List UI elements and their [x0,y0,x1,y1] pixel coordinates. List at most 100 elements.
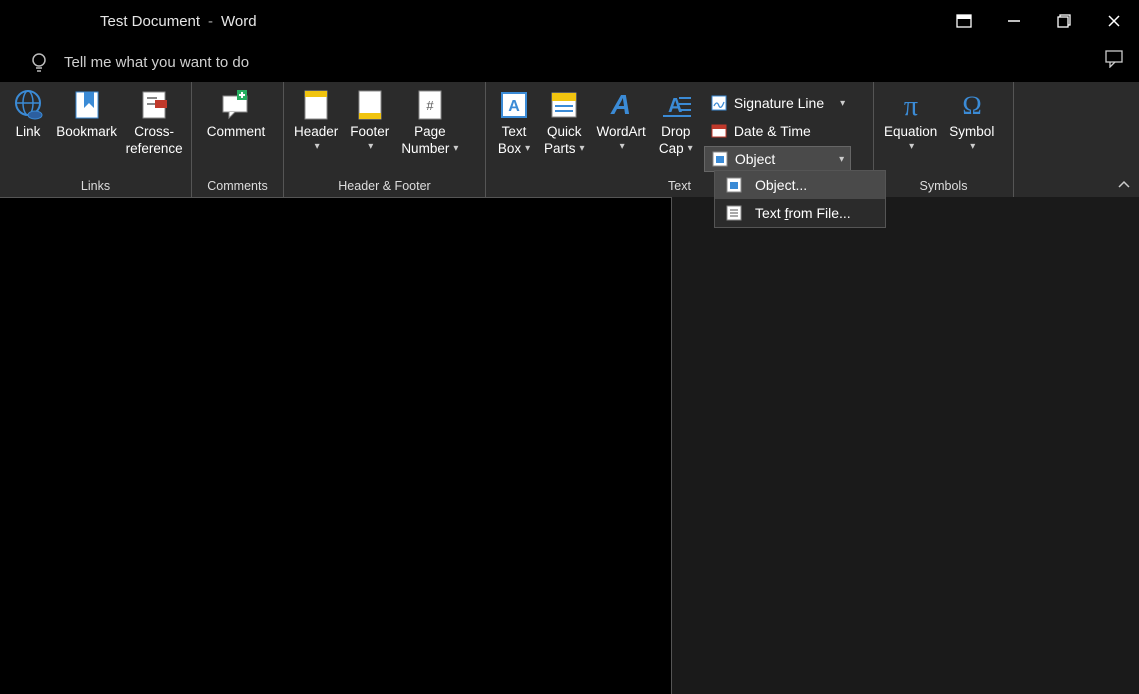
window-controls [939,0,1139,42]
group-symbols-label: Symbols [874,177,1013,197]
comments-pane-icon[interactable] [1105,50,1125,68]
equation-label: Equation [884,124,937,141]
object-menu-item[interactable]: Object... [715,171,885,199]
document-page[interactable] [0,197,672,694]
header-icon [299,88,333,122]
document-area [0,197,1139,694]
quick-parts-icon [547,88,581,122]
chevron-down-icon: ▾ [620,141,625,154]
page-number-label2: Number [401,141,449,158]
chevron-down-icon: ▾ [830,98,845,109]
equation-button[interactable]: π Equation ▾ [878,86,943,155]
chevron-down-icon: ▾ [688,143,693,156]
text-from-file-icon [725,204,743,222]
window-title: Test Document - Word [100,13,257,30]
comment-icon [219,88,253,122]
wordart-button[interactable]: A WordArt ▾ [591,86,652,155]
cross-reference-label2: reference [126,141,183,158]
text-from-file-menu-item[interactable]: Text from File... [715,199,885,227]
ribbon-display-options-button[interactable] [939,0,989,42]
drop-cap-button[interactable]: A Drop Cap▾ [652,86,700,160]
chevron-down-icon: ▾ [368,141,373,154]
document-name: Test Document [100,13,200,30]
chevron-down-icon: ▾ [829,154,844,165]
date-time-button[interactable]: Date & Time [704,118,851,144]
page-number-icon: # [413,88,447,122]
svg-text:A: A [610,90,631,120]
svg-text:#: # [426,98,434,113]
symbol-button[interactable]: Ω Symbol ▾ [943,86,1000,155]
text-from-file-label: Text from File... [755,205,851,221]
object-icon [725,176,743,194]
chevron-down-icon: ▾ [453,143,458,156]
group-header-footer: Header ▾ Footer ▾ # Page Number ▾ Header … [284,82,486,197]
signature-icon [710,94,728,112]
object-icon [711,150,729,168]
date-time-label: Date & Time [734,123,811,139]
signature-line-label: Signature Line [734,95,824,111]
tellme-bar: Tell me what you want to do [0,42,1139,82]
footer-icon [353,88,387,122]
svg-text:Ω: Ω [962,91,981,120]
footer-button[interactable]: Footer ▾ [344,86,395,155]
object-button[interactable]: Object ▾ [704,146,851,172]
page-number-label1: Page [414,124,446,141]
globe-link-icon [11,88,45,122]
lightbulb-icon [28,51,50,73]
object-menu-label: Object... [755,177,807,193]
text-box-label1: Text [502,124,527,141]
svg-text:A: A [508,98,520,115]
title-separator: - [208,13,213,30]
text-box-button[interactable]: A Text Box ▾ [490,86,538,160]
group-symbols: π Equation ▾ Ω Symbol ▾ Symbols [874,82,1014,197]
cross-reference-label1: Cross- [134,124,174,141]
link-button[interactable]: Link [4,86,52,143]
chevron-down-icon: ▾ [315,141,320,154]
app-name: Word [221,13,257,30]
text-box-icon: A [497,88,531,122]
group-comments-label: Comments [192,177,283,197]
date-time-icon [710,122,728,140]
quick-parts-label2: Parts [544,141,576,158]
signature-line-button[interactable]: Signature Line ▾ [704,90,851,116]
ribbon: Link Bookmark Cross- reference Links [0,82,1139,197]
group-header-footer-label: Header & Footer [284,177,485,197]
svg-text:π: π [904,91,918,120]
wordart-icon: A [604,88,638,122]
group-comments: Comment Comments [192,82,284,197]
symbol-label: Symbol [949,124,994,141]
bookmark-icon [70,88,104,122]
quick-parts-label1: Quick [547,124,582,141]
object-label: Object [735,151,775,167]
comment-button[interactable]: Comment [196,86,276,143]
titlebar: Test Document - Word [0,0,1139,42]
close-button[interactable] [1089,0,1139,42]
omega-icon: Ω [955,88,989,122]
object-dropdown-menu: Object... Text from File... [714,170,886,228]
quick-parts-button[interactable]: Quick Parts ▾ [538,86,591,160]
maximize-button[interactable] [1039,0,1089,42]
minimize-button[interactable] [989,0,1039,42]
bookmark-label: Bookmark [56,124,117,141]
link-label: Link [16,124,41,141]
footer-label: Footer [350,124,389,141]
group-links-label: Links [0,177,191,197]
tellme-input[interactable]: Tell me what you want to do [64,54,249,71]
group-links: Link Bookmark Cross- reference Links [0,82,192,197]
header-button[interactable]: Header ▾ [288,86,344,155]
chevron-down-icon: ▾ [909,141,914,154]
drop-cap-label2: Cap [659,141,684,158]
chevron-down-icon: ▾ [970,141,975,154]
pi-icon: π [894,88,928,122]
cross-reference-button[interactable]: Cross- reference [121,86,187,160]
collapse-ribbon-button[interactable] [1117,179,1131,191]
cross-reference-icon [137,88,171,122]
page-number-button[interactable]: # Page Number ▾ [395,86,464,160]
chevron-down-icon: ▾ [525,143,530,156]
chevron-down-icon: ▾ [580,143,585,156]
comment-label: Comment [207,124,266,141]
bookmark-button[interactable]: Bookmark [52,86,121,143]
header-label: Header [294,124,338,141]
drop-cap-icon: A [659,88,693,122]
text-box-label2: Box [498,141,521,158]
